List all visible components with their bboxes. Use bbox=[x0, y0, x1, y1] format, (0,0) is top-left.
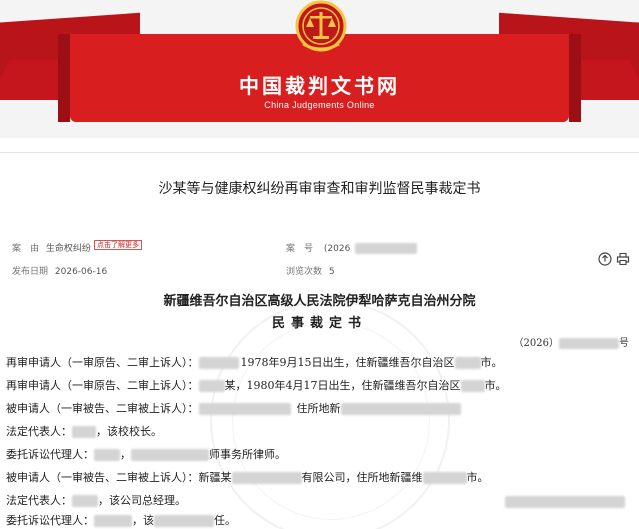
party-line: 再审申请人（一审原告、二审上诉人）： 某，1980年4月17日出生，住新疆维吾尔自… bbox=[6, 377, 507, 393]
case-number-value: (2026 bbox=[323, 244, 351, 254]
redacted-block bbox=[198, 357, 239, 369]
site-subtitle: China Judgements Online bbox=[264, 100, 375, 110]
party-line: 再审申请人（一审原告、二审上诉人）： 1978年9月15日出生，住新疆维吾尔自治区… bbox=[6, 354, 503, 370]
views-value: 5 bbox=[328, 267, 335, 277]
redacted-block bbox=[94, 515, 132, 527]
party-detail: ， bbox=[120, 448, 131, 461]
party-detail-mid: 有限公司，住所地新疆维 bbox=[301, 471, 423, 484]
party-role: 再审申请人（一审原告、二审上诉人）： bbox=[6, 356, 199, 369]
views-label: 浏览次数 bbox=[286, 267, 323, 277]
site-header-banner: 中国裁判文书网 China Judgements Online bbox=[0, 0, 639, 138]
party-detail-end: 任。 bbox=[214, 514, 236, 527]
redacted-block bbox=[131, 449, 209, 461]
case-number-field: 案 号 (2026 bbox=[286, 241, 418, 254]
party-detail: 住所地新 bbox=[296, 402, 341, 415]
case-number-line: （2026） 号 bbox=[514, 334, 629, 349]
redacted-block bbox=[505, 496, 625, 508]
party-detail-end: 市。 bbox=[466, 471, 489, 484]
cause-value[interactable]: 生命权纠纷 bbox=[46, 244, 91, 254]
cause-field: 案 由 生命权纠纷 bbox=[12, 241, 91, 254]
party-role: 法定代表人： bbox=[6, 494, 72, 507]
party-role: 再审申请人（一审原告、二审上诉人）： bbox=[6, 379, 199, 392]
party-detail-end: 师事务所律师。 bbox=[209, 448, 286, 461]
redacted-block bbox=[454, 357, 481, 369]
party-role: 法定代表人： bbox=[6, 425, 72, 438]
case-number-prefix: （2026） bbox=[513, 338, 559, 349]
cause-label: 案 由 bbox=[12, 244, 40, 254]
party-line: 委托诉讼代理人： ，该 任。 bbox=[6, 512, 236, 528]
share-icon[interactable] bbox=[598, 252, 612, 266]
learn-more-button[interactable]: 点击了解更多 bbox=[94, 240, 142, 250]
site-title[interactable]: 中国裁判文书网 bbox=[0, 70, 639, 99]
publish-date-field: 发布日期 2026-06-16 bbox=[12, 264, 107, 277]
party-line: 法定代表人： ，该公司总经理。 bbox=[6, 492, 186, 508]
redacted-block bbox=[355, 243, 418, 254]
redacted-block bbox=[231, 472, 302, 484]
party-detail: 新疆某 bbox=[198, 471, 232, 484]
party-role: 委托诉讼代理人： bbox=[6, 514, 94, 527]
party-detail: 1978年9月15日出生，住新疆维吾尔自治区 bbox=[240, 356, 455, 369]
redacted-block bbox=[198, 403, 291, 415]
party-detail: ，该公司总经理。 bbox=[98, 494, 186, 507]
document-title: 沙某等与健康权纠纷再审审查和审判监督民事裁定书 bbox=[158, 181, 481, 197]
redacted-block bbox=[422, 472, 467, 484]
redacted-block bbox=[460, 380, 485, 392]
party-detail: 某，1980年4月17日出生，住新疆维吾尔自治区 bbox=[224, 379, 461, 392]
print-icon[interactable] bbox=[616, 252, 630, 266]
party-detail-end: 市。 bbox=[480, 356, 503, 369]
case-number-suffix: 号 bbox=[619, 338, 629, 349]
case-number-label: 案 号 bbox=[286, 244, 314, 254]
court-emblem-icon bbox=[295, 0, 347, 52]
redacted-block bbox=[94, 449, 120, 461]
redacted-block bbox=[72, 495, 98, 507]
party-line: 被申请人（一审被告、二审被上诉人）： 住所地新 bbox=[6, 400, 461, 416]
party-role: 被申请人（一审被告、二审被上诉人）： bbox=[6, 402, 199, 415]
party-line: 法定代表人： ，该校校长。 bbox=[6, 423, 162, 439]
redacted-block bbox=[340, 403, 461, 415]
party-detail: ，该校校长。 bbox=[96, 425, 162, 438]
redacted-block bbox=[559, 338, 619, 349]
publish-date-value: 2026-06-16 bbox=[54, 267, 108, 277]
party-line: 委托诉讼代理人： ， 师事务所律师。 bbox=[6, 446, 286, 462]
divider bbox=[0, 152, 639, 153]
party-role: 被申请人（一审被告、二审被上诉人）： bbox=[6, 471, 199, 484]
redacted-block bbox=[154, 515, 214, 527]
document-kind: 民事裁定书 bbox=[271, 316, 367, 331]
party-detail: ，该 bbox=[132, 514, 154, 527]
court-name: 新疆维吾尔自治区高级人民法院伊犁哈萨克自治州分院 bbox=[163, 294, 476, 309]
views-field: 浏览次数 5 bbox=[286, 264, 335, 277]
party-detail-end: 市。 bbox=[484, 379, 507, 392]
party-role: 委托诉讼代理人： bbox=[6, 448, 94, 461]
redacted-block bbox=[72, 426, 96, 438]
party-line: 被申请人（一审被告、二审被上诉人）：新疆某 有限公司，住所地新疆维 市。 bbox=[6, 469, 489, 485]
publish-date-label: 发布日期 bbox=[12, 267, 49, 277]
redacted-block bbox=[198, 380, 225, 392]
